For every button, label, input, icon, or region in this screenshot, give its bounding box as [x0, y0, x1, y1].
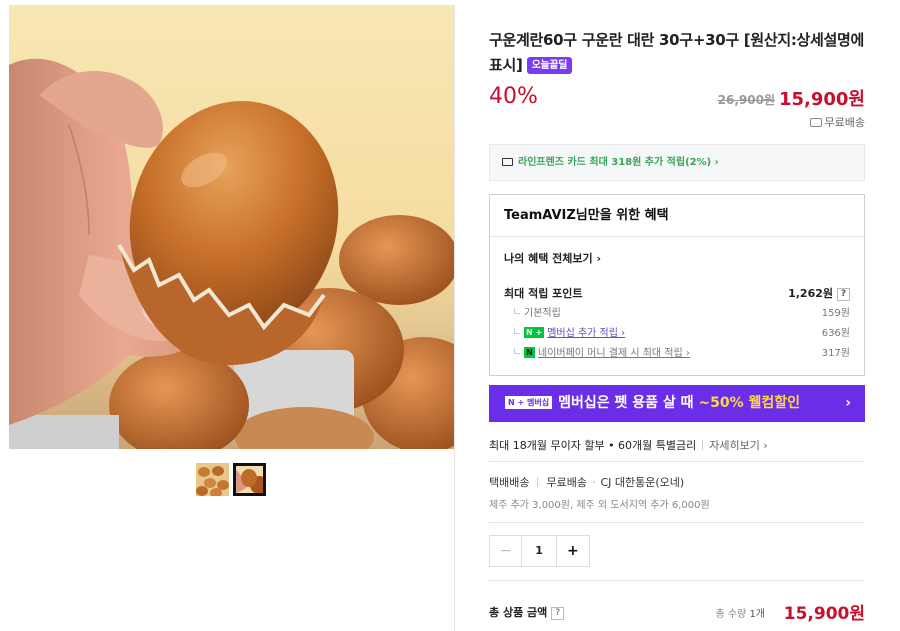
total-amount: 15,900원 — [783, 604, 865, 624]
membership-banner-highlight: ~50% 웰컴할인 — [698, 395, 800, 411]
points-row-label: 기본적립 — [524, 308, 561, 319]
points-row-basic: 기본적립 159원 — [504, 304, 850, 324]
naver-plus-icon: N + — [524, 327, 545, 338]
card-promo-text: 라인프렌즈 카드 최대 318원 추가 적립(2%) › — [518, 157, 719, 168]
benefit-box: TeamAVIZ님만을 위한 혜택 나의 혜택 전체보기 › 최대 적립 포인트… — [489, 194, 865, 376]
main-product-image[interactable] — [9, 5, 454, 449]
installment-info: 최대 18개월 무이자 할부 • 60개월 특별금리 자세히보기 › — [489, 437, 865, 461]
delivery-extra-fee: 제주 추가 3,000원, 제주 외 도서지역 추가 6,000원 — [489, 500, 710, 511]
product-info-panel: 구운계란60구 구운란 대란 30구+30구 [원산지:상세설명에 표시] 오늘끝… — [489, 28, 865, 629]
credit-card-icon — [502, 158, 513, 166]
installment-text: 최대 18개월 무이자 할부 • 60개월 특별금리 — [489, 439, 697, 452]
quantity-increase-button[interactable]: + — [557, 536, 589, 566]
delivery-fee: 무료배송 — [546, 476, 587, 489]
points-row-npay: N 네이버페이 머니 결제 시 최대 적립 › 317원 — [504, 344, 850, 364]
thumbnail-1[interactable] — [196, 463, 229, 496]
product-title: 구운계란60구 구운란 대란 30구+30구 [원산지:상세설명에 표시] 오늘끝… — [489, 28, 865, 78]
npay-points-link[interactable]: 네이버페이 머니 결제 시 최대 적립 › — [538, 348, 690, 359]
max-points-row: 최대 적립 포인트 1,262원? — [504, 284, 850, 304]
thumbnail-2[interactable] — [233, 463, 266, 496]
tree-branch-icon — [514, 308, 520, 314]
chevron-right-icon: › — [845, 395, 851, 411]
membership-tag: N + 멤버십 — [505, 396, 553, 409]
price-row: 40% 26,900원 15,900원 — [489, 84, 865, 120]
membership-banner[interactable]: N + 멤버십 멤버십은 펫 용품 살 때 ~50% 웰컴할인 › — [489, 385, 865, 422]
delivery-info: 택배배송 무료배송 · CJ 대한통운(오네) 제주 추가 3,000원, 제주 외 … — [489, 462, 865, 522]
max-points-value-wrap: 1,262원? — [788, 284, 850, 304]
total-count: 총 수량 1개 — [715, 605, 765, 620]
membership-banner-text: 멤버십은 펫 용품 살 때 — [558, 395, 699, 411]
max-points-value: 1,262원 — [788, 287, 833, 300]
points-row-membership: N + 멤버십 추가 적립 › 636원 — [504, 324, 850, 344]
benefit-header: TeamAVIZ님만을 위한 혜택 — [490, 195, 864, 237]
delivery-main: 택배배송 무료배송 · CJ 대한통운(오네) — [489, 474, 865, 490]
help-icon[interactable]: ? — [551, 607, 565, 620]
delivery-carrier: CJ 대한통운(오네) — [600, 476, 685, 489]
delivery-type: 택배배송 — [489, 476, 530, 489]
tree-branch-icon — [514, 328, 520, 334]
total-count-label: 총 수량 — [715, 609, 747, 620]
divider — [537, 477, 539, 487]
max-points-label: 최대 적립 포인트 — [504, 287, 583, 300]
divider — [702, 440, 704, 450]
quantity-section: − 1 + — [489, 523, 865, 580]
tree-branch-icon — [514, 348, 520, 354]
today-deal-badge: 오늘끝딜 — [526, 57, 573, 74]
sale-price: 15,900원 — [778, 89, 865, 110]
naver-pay-icon: N — [524, 347, 535, 358]
product-page: 구운계란60구 구운란 대란 30구+30구 [원산지:상세설명에 표시] 오늘끝… — [0, 0, 900, 631]
total-label: 총 상품 금액 — [489, 606, 548, 619]
discount-rate: 40% — [489, 84, 538, 109]
thumbnail-strip — [196, 463, 266, 496]
total-count-value: 1개 — [749, 609, 765, 620]
help-icon[interactable]: ? — [837, 288, 850, 301]
membership-points-link[interactable]: 멤버십 추가 적립 › — [547, 328, 625, 339]
view-all-benefits-link[interactable]: 나의 혜택 전체보기 › — [504, 250, 850, 276]
points-row-value: 159원 — [821, 308, 850, 319]
installment-more-link[interactable]: 자세히보기 › — [709, 439, 768, 452]
benefit-body: 나의 혜택 전체보기 › 최대 적립 포인트 1,262원? 기본적립 159원… — [490, 237, 864, 364]
card-promo-banner[interactable]: 라인프렌즈 카드 최대 318원 추가 적립(2%) › — [489, 144, 865, 181]
dot-separator: · — [591, 476, 596, 489]
points-row-value: 636원 — [821, 328, 850, 339]
total-section: 총 상품 금액? 총 수량 1개 15,900원 — [489, 581, 865, 629]
quantity-decrease-button[interactable]: − — [490, 536, 523, 566]
original-price: 26,900원 — [717, 93, 775, 107]
product-gallery — [9, 5, 455, 631]
points-row-value: 317원 — [821, 348, 850, 359]
quantity-input[interactable]: 1 — [522, 536, 557, 566]
quantity-stepper: − 1 + — [489, 535, 590, 567]
